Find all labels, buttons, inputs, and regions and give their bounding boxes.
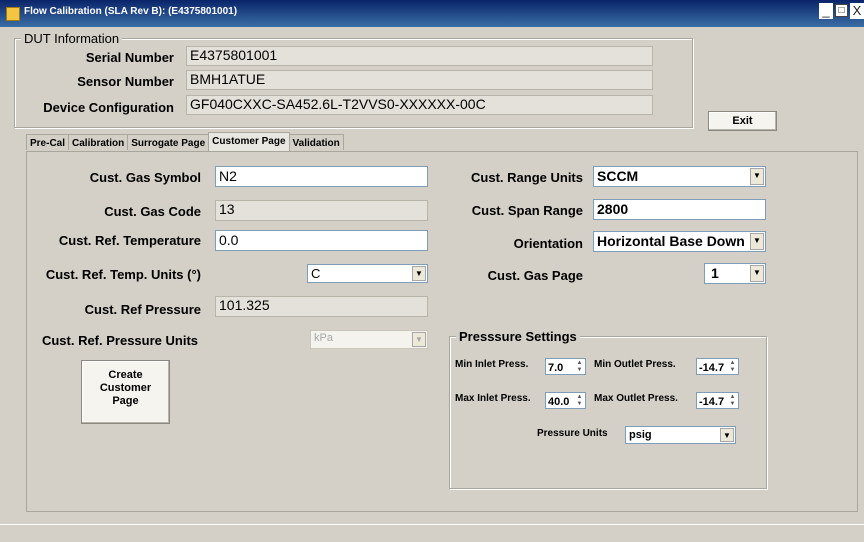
pressure-units-label: Pressure Units (537, 428, 608, 439)
cust-gas-symbol-label: Cust. Gas Symbol (89, 170, 201, 185)
pressure-units-select[interactable]: psig ▼ (625, 426, 736, 444)
tab-calibration[interactable]: Calibration (68, 134, 129, 150)
chevron-down-icon[interactable]: ▼ (412, 266, 426, 281)
pressure-units-value: psig (629, 429, 652, 441)
spinner-arrows-icon[interactable]: ▲ ▼ (575, 394, 584, 407)
dut-information-legend: DUT Information (21, 31, 123, 46)
cust-ref-pressure-label: Cust. Ref Pressure (84, 302, 201, 317)
cust-ref-pressure-field: 101.325 (215, 296, 428, 317)
app-icon (6, 7, 20, 21)
close-button[interactable]: X (850, 3, 864, 19)
min-outlet-press-spinner[interactable]: -14.7 ▲ ▼ (696, 358, 739, 375)
max-inlet-press-spinner[interactable]: 40.0 ▲ ▼ (545, 392, 586, 409)
min-inlet-press-label: Min Inlet Press. (455, 359, 529, 370)
chevron-down-icon[interactable]: ▼ (750, 168, 764, 185)
orientation-value: Horizontal Base Down (597, 233, 745, 249)
chevron-down-icon[interactable]: ▼ (750, 265, 764, 282)
device-configuration-field: GF040CXXC-SA452.6L-T2VVS0-XXXXXX-00C (186, 95, 653, 115)
cust-ref-temp-units-label: Cust. Ref. Temp. Units (°) (45, 267, 201, 282)
cust-gas-code-label: Cust. Gas Code (104, 204, 201, 219)
spinner-arrows-icon[interactable]: ▲ ▼ (575, 360, 584, 373)
tab-validation[interactable]: Validation (288, 134, 344, 150)
max-outlet-press-spinner[interactable]: -14.7 ▲ ▼ (696, 392, 739, 409)
pressure-settings-legend: Presssure Settings (456, 329, 580, 344)
status-bar (0, 524, 864, 542)
max-outlet-press-value: -14.7 (699, 396, 725, 408)
minimize-button[interactable]: _ (819, 3, 833, 19)
cust-gas-page-label: Cust. Gas Page (487, 268, 583, 283)
create-customer-page-button[interactable]: Create Customer Page (81, 360, 170, 424)
cust-ref-pressure-units-select: kPa ▼ (310, 330, 428, 349)
title-bar: Flow Calibration (SLA Rev B): (E43758010… (0, 0, 864, 27)
max-inlet-press-label: Max Inlet Press. (455, 393, 531, 404)
cust-range-units-value: SCCM (597, 168, 639, 184)
chevron-down-icon[interactable]: ▼ (720, 428, 734, 442)
cust-gas-page-value: 1 (711, 265, 719, 281)
cust-ref-pressure-units-value: kPa (314, 332, 333, 344)
tab-surrogate-page[interactable]: Surrogate Page (127, 134, 210, 150)
exit-button-label: Exit (732, 115, 753, 127)
cust-ref-temp-units-value: C (311, 266, 321, 281)
cust-ref-temp-units-select[interactable]: C ▼ (307, 264, 428, 283)
orientation-select[interactable]: Horizontal Base Down ▼ (593, 231, 766, 252)
device-configuration-label: Device Configuration (43, 100, 174, 115)
max-inlet-press-value: 40.0 (548, 396, 570, 408)
serial-number-field: E4375801001 (186, 46, 653, 66)
min-outlet-press-value: -14.7 (699, 362, 725, 374)
cust-ref-temperature-input[interactable]: 0.0 (215, 230, 428, 251)
max-outlet-press-label: Max Outlet Press. (594, 393, 678, 404)
cust-range-units-label: Cust. Range Units (471, 170, 583, 185)
spinner-arrows-icon[interactable]: ▲ ▼ (728, 360, 737, 373)
cust-ref-pressure-units-label: Cust. Ref. Pressure Units (41, 333, 198, 348)
cust-ref-temperature-label: Cust. Ref. Temperature (58, 233, 201, 248)
spinner-arrows-icon[interactable]: ▲ ▼ (728, 394, 737, 407)
sensor-number-label: Sensor Number (77, 74, 174, 89)
sensor-number-field: BMH1ATUE (186, 70, 653, 90)
serial-number-label: Serial Number (85, 50, 174, 65)
tab-pre-cal[interactable]: Pre-Cal (26, 134, 70, 150)
cust-gas-page-select[interactable]: 1 ▼ (704, 263, 766, 284)
min-outlet-press-label: Min Outlet Press. (594, 359, 676, 370)
window-title: Flow Calibration (SLA Rev B): (E43758010… (24, 6, 238, 17)
orientation-label: Orientation (513, 236, 583, 251)
tab-customer-page[interactable]: Customer Page (208, 132, 290, 151)
cust-gas-code-field: 13 (215, 200, 428, 221)
cust-gas-symbol-input[interactable]: N2 (215, 166, 428, 187)
min-inlet-press-spinner[interactable]: 7.0 ▲ ▼ (545, 358, 586, 375)
cust-span-range-input[interactable]: 2800 (593, 199, 766, 220)
chevron-down-icon: ▼ (412, 332, 426, 347)
create-customer-page-button-label: Create Customer Page (99, 369, 152, 407)
exit-button[interactable]: Exit (708, 111, 777, 131)
min-inlet-press-value: 7.0 (548, 362, 564, 374)
tab-strip: Pre-Cal Calibration Surrogate Page Custo… (26, 132, 344, 152)
cust-span-range-label: Cust. Span Range (471, 203, 583, 218)
maximize-button[interactable]: □ (835, 4, 848, 17)
chevron-down-icon[interactable]: ▼ (750, 233, 764, 250)
cust-range-units-select[interactable]: SCCM ▼ (593, 166, 766, 187)
